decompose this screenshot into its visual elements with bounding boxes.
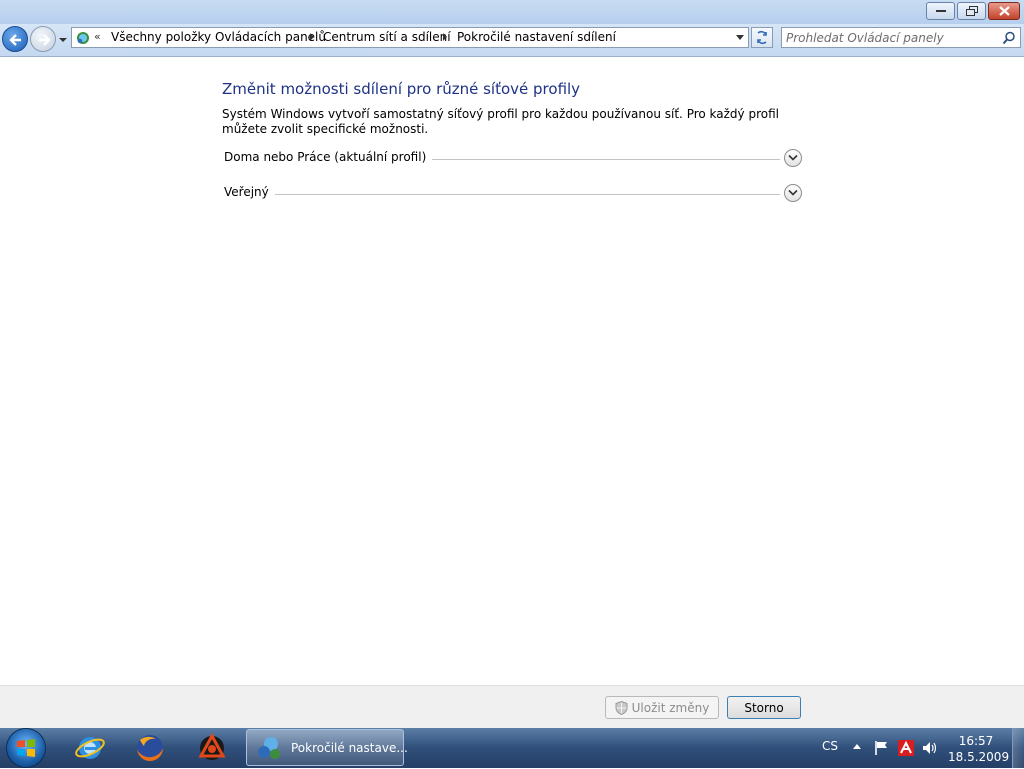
internet-explorer-icon	[75, 737, 105, 759]
recent-pages-button[interactable]	[58, 34, 68, 44]
back-button[interactable]	[2, 26, 28, 52]
breadcrumb-separator-icon[interactable]	[443, 33, 447, 41]
show-desktop-button[interactable]	[1012, 728, 1024, 768]
search-box[interactable]	[781, 27, 1021, 48]
restore-button[interactable]	[957, 2, 986, 20]
profile-label[interactable]: Veřejný	[224, 185, 275, 199]
chevron-down-icon	[788, 154, 798, 161]
profile-section-home-work[interactable]: Doma nebo Práce (aktuální profil)	[224, 148, 804, 172]
network-sharing-icon	[258, 737, 280, 759]
button-bar: Uložit změny Storno	[0, 685, 1024, 729]
antivirus-icon[interactable]	[898, 740, 914, 756]
expand-button[interactable]	[784, 184, 802, 202]
minimize-icon	[927, 3, 954, 19]
clock-time: 16:57	[958, 734, 994, 748]
window-title-bar	[0, 0, 1024, 24]
address-dropdown-icon[interactable]	[736, 35, 744, 40]
breadcrumb-item[interactable]: Centrum sítí a sdílení	[323, 30, 451, 44]
save-changes-label: Uložit změny	[631, 700, 710, 715]
profile-section-public[interactable]: Veřejný	[224, 183, 804, 207]
system-clock[interactable]: 16:57 18.5.2009	[948, 733, 1010, 765]
close-button[interactable]	[988, 2, 1020, 20]
taskbar-button-label: Pokročilé nastave...	[291, 741, 408, 755]
shield-icon	[615, 700, 628, 715]
reason-taskbar-button[interactable]	[194, 730, 230, 766]
reason-icon	[198, 732, 226, 760]
profile-label[interactable]: Doma nebo Práce (aktuální profil)	[224, 150, 433, 164]
search-input[interactable]	[786, 29, 996, 46]
section-divider	[224, 194, 780, 195]
start-button[interactable]	[7, 729, 45, 767]
breadcrumb-item[interactable]: Všechny položky Ovládacích panelů	[111, 30, 326, 44]
chevron-down-icon	[788, 189, 798, 196]
close-icon	[989, 3, 1019, 19]
back-arrow-icon	[9, 34, 21, 46]
taskbar: Pokročilé nastave... CS 16:57 18.5.2009	[0, 728, 1024, 768]
refresh-icon	[757, 30, 767, 45]
breadcrumb-separator-icon[interactable]	[310, 33, 314, 41]
clock-date: 18.5.2009	[948, 750, 1010, 764]
forward-arrow-icon	[39, 34, 51, 46]
search-icon[interactable]	[1002, 31, 1016, 45]
breadcrumb-overflow[interactable]: «	[94, 30, 101, 43]
page-title: Změnit možnosti sdílení pro různé síťové…	[222, 80, 581, 98]
chevron-down-icon	[59, 38, 67, 42]
restore-icon	[958, 3, 985, 19]
show-hidden-icons-icon[interactable]	[853, 744, 861, 749]
address-bar[interactable]: « Všechny položky Ovládacích panelů Cent…	[71, 27, 749, 48]
breadcrumb-item[interactable]: Pokročilé nastavení sdílení	[457, 30, 616, 44]
volume-icon[interactable]	[922, 740, 938, 756]
refresh-button[interactable]	[751, 27, 773, 48]
action-center-flag-icon[interactable]	[874, 740, 890, 756]
firefox-taskbar-button[interactable]	[132, 730, 168, 766]
navigation-bar: « Všechny položky Ovládacích panelů Cent…	[0, 24, 1024, 57]
network-icon	[77, 32, 89, 44]
cancel-button[interactable]: Storno	[727, 696, 801, 719]
minimize-button[interactable]	[926, 2, 955, 20]
expand-button[interactable]	[784, 149, 802, 167]
windows-logo-icon	[17, 739, 35, 757]
page-description: Systém Windows vytvoří samostatný síťový…	[222, 107, 779, 136]
active-window-taskbar-button[interactable]: Pokročilé nastave...	[246, 729, 408, 766]
firefox-icon	[137, 735, 163, 761]
language-indicator[interactable]: CS	[822, 739, 838, 753]
main-content: Změnit možnosti sdílení pro různé síťové…	[0, 57, 1024, 685]
internet-explorer-taskbar-button[interactable]	[72, 730, 108, 766]
save-changes-button[interactable]: Uložit změny	[605, 696, 719, 719]
forward-button[interactable]	[30, 26, 56, 52]
cancel-label: Storno	[744, 700, 784, 715]
